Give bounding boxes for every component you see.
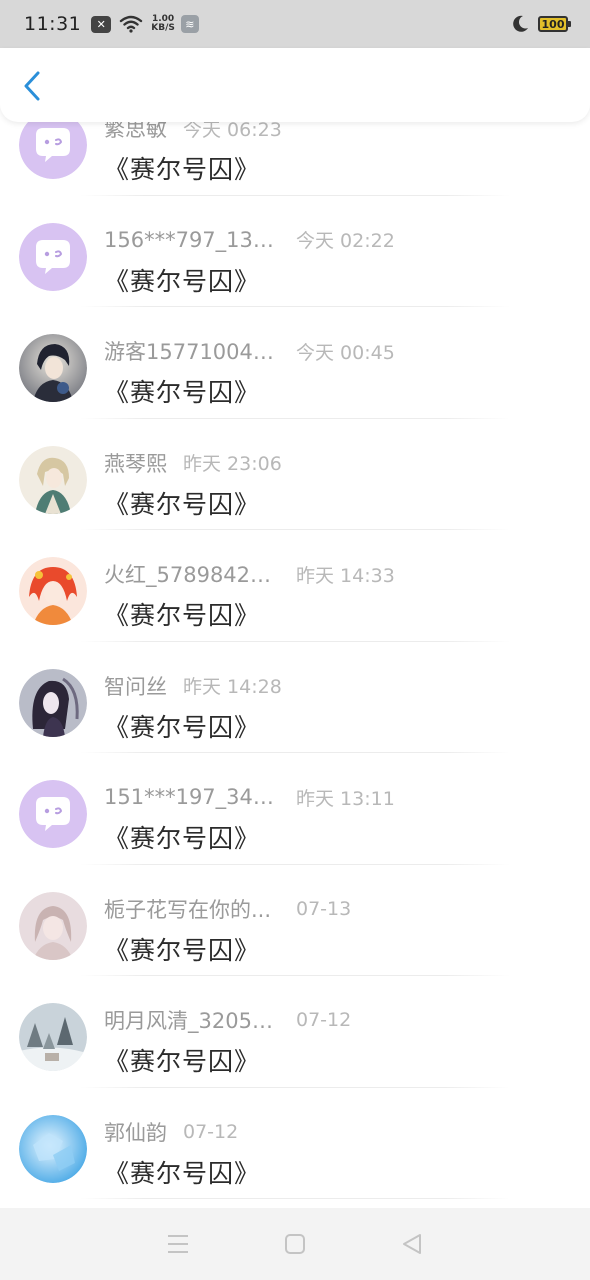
nav-back-button[interactable] [392, 1224, 432, 1264]
list-item[interactable]: 智问丝 昨天 14:28 《赛尔号囚》 [0, 642, 590, 754]
timestamp: 昨天 14:28 [183, 676, 282, 698]
timestamp: 07-12 [183, 1120, 239, 1143]
pink-portrait-avatar[interactable] [19, 891, 87, 960]
username[interactable]: 繁思敏 [104, 122, 167, 143]
default-chat-avatar[interactable] [19, 780, 87, 848]
message-text: 《赛尔号囚》 [104, 1158, 261, 1188]
list-item[interactable]: 明月风清_32054... 07-12 《赛尔号囚》 [0, 976, 590, 1088]
message-text: 《赛尔号囚》 [104, 155, 261, 184]
message-text: 《赛尔号囚》 [104, 601, 261, 630]
light-hair-character-avatar[interactable] [19, 445, 87, 514]
username[interactable]: 燕琴熙 [104, 448, 167, 478]
list-item[interactable]: 栀子花写在你的... 07-13 《赛尔号囚》 [0, 865, 590, 977]
message-text: 《赛尔号囚》 [104, 489, 261, 519]
default-chat-avatar[interactable] [19, 122, 87, 179]
network-speed: 1.00 KB/S [151, 15, 175, 33]
username[interactable]: 智问丝 [104, 671, 167, 701]
menu-icon [168, 1235, 189, 1253]
battery-icon: 100 [538, 16, 571, 32]
default-chat-avatar[interactable] [19, 222, 87, 291]
timestamp: 今天 00:45 [296, 341, 395, 364]
username[interactable]: 游客157710046... [104, 336, 278, 366]
username[interactable]: 明月风清_32054... [104, 1005, 278, 1035]
list-item[interactable]: 火红_57898427... 昨天 14:33 《赛尔号囚》 [0, 530, 590, 642]
list-item[interactable]: 156***797_1306... 今天 02:22 《赛尔号囚》 [0, 196, 590, 308]
dark-hair-character-avatar[interactable] [19, 334, 87, 402]
list-item[interactable]: 游客157710046... 今天 00:45 《赛尔号囚》 [0, 307, 590, 419]
list-item[interactable]: 繁思敏 今天 06:23 《赛尔号囚》 [0, 122, 590, 196]
home-button[interactable] [275, 1224, 315, 1264]
blue-crystal-avatar[interactable] [19, 1114, 87, 1183]
chevron-left-icon [24, 71, 40, 101]
message-list[interactable]: 繁思敏 今天 06:23 《赛尔号囚》 156***797_1306... 今天… [0, 122, 590, 1208]
message-text: 《赛尔号囚》 [104, 266, 261, 296]
timestamp: 今天 02:22 [296, 230, 395, 252]
square-home-icon [284, 1234, 305, 1254]
username[interactable]: 郭仙韵 [104, 1117, 167, 1147]
message-text: 《赛尔号囚》 [104, 935, 261, 965]
timestamp: 07-12 [296, 1009, 352, 1031]
message-text: 《赛尔号囚》 [104, 824, 261, 853]
username[interactable]: 栀子花写在你的... [104, 894, 278, 924]
message-text: 《赛尔号囚》 [104, 1047, 261, 1076]
back-button[interactable] [14, 66, 50, 106]
notification-x-icon: ✕ [91, 15, 112, 33]
list-item[interactable]: 燕琴熙 昨天 23:06 《赛尔号囚》 [0, 419, 590, 531]
moon-icon [510, 14, 530, 34]
list-item[interactable]: 151***197_3461... 昨天 13:11 《赛尔号囚》 [0, 753, 590, 865]
network-speed-unit: KB/S [151, 23, 175, 33]
triangle-back-icon [402, 1234, 421, 1254]
app-stack-icon: ≋ [180, 15, 199, 33]
list-item[interactable]: 郭仙韵 07-12 《赛尔号囚》 [0, 1088, 590, 1200]
timestamp: 今天 06:23 [183, 122, 282, 141]
purple-hair-character-avatar[interactable] [19, 668, 87, 737]
timestamp: 昨天 23:06 [183, 453, 282, 475]
status-bar: 11:31 ✕ 1.00 KB/S ≋ 100 [0, 0, 590, 48]
message-text: 《赛尔号囚》 [104, 378, 261, 407]
snowy-landscape-avatar[interactable] [19, 1003, 87, 1071]
timestamp: 昨天 14:33 [296, 564, 395, 587]
system-nav-bar [0, 1208, 590, 1280]
top-header [0, 48, 590, 122]
message-text: 《赛尔号囚》 [104, 712, 261, 742]
timestamp: 昨天 13:11 [296, 787, 395, 810]
username[interactable]: 火红_57898427... [104, 559, 278, 589]
recent-apps-button[interactable] [158, 1224, 198, 1264]
red-hair-character-avatar[interactable] [19, 557, 87, 625]
username[interactable]: 156***797_1306... [104, 228, 278, 252]
username[interactable]: 151***197_3461... [104, 785, 278, 809]
battery-level: 100 [541, 17, 565, 31]
wifi-icon [119, 15, 143, 33]
status-time: 11:31 [24, 13, 82, 35]
timestamp: 07-13 [296, 897, 352, 920]
